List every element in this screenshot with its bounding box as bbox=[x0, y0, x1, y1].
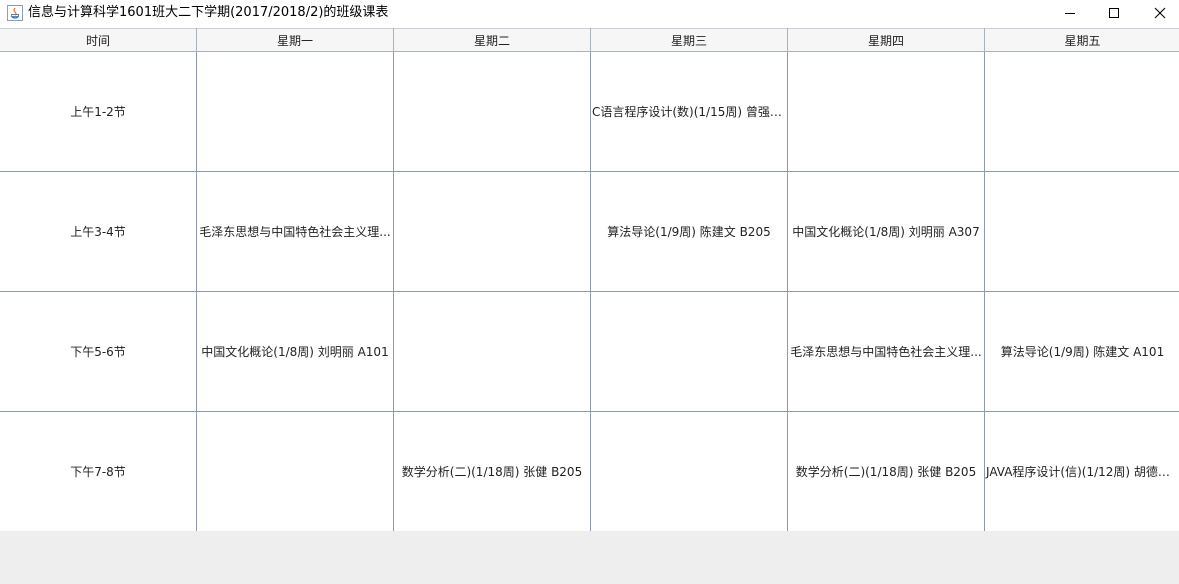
course-cell-monday[interactable]: 毛泽东思想与中国特色社会主义理... bbox=[196, 171, 394, 292]
column-header-thursday[interactable]: 星期四 bbox=[787, 28, 985, 52]
course-cell-wednesday[interactable] bbox=[590, 411, 788, 532]
course-cell-tuesday[interactable] bbox=[393, 291, 591, 412]
column-header-time[interactable]: 时间 bbox=[0, 28, 197, 52]
course-cell-tuesday[interactable] bbox=[393, 171, 591, 292]
time-label: 上午3-4节 bbox=[70, 225, 126, 239]
table-row: 上午3-4节 毛泽东思想与中国特色社会主义理... 算法导论(1/9周) 陈建文… bbox=[0, 171, 1179, 292]
course-text: 毛泽东思想与中国特色社会主义理... bbox=[199, 225, 391, 239]
course-cell-thursday[interactable]: 毛泽东思想与中国特色社会主义理... bbox=[787, 291, 985, 412]
course-cell-friday[interactable]: 算法导论(1/9周) 陈建文 A101 bbox=[984, 291, 1179, 412]
course-text: 数学分析(二)(1/18周) 张健 B205 bbox=[795, 465, 977, 479]
course-text: JAVA程序设计(信)(1/12周) 胡德发 ... bbox=[986, 465, 1179, 479]
table-row: 上午1-2节 C语言程序设计(数)(1/15周) 曾强聪... bbox=[0, 51, 1179, 172]
course-cell-thursday[interactable]: 中国文化概论(1/8周) 刘明丽 A307 bbox=[787, 171, 985, 292]
course-text: 中国文化概论(1/8周) 刘明丽 A101 bbox=[201, 345, 389, 359]
maximize-button[interactable] bbox=[1091, 0, 1137, 26]
course-text: 数学分析(二)(1/18周) 张健 B205 bbox=[401, 465, 583, 479]
time-cell[interactable]: 上午1-2节 bbox=[0, 51, 197, 172]
time-label: 下午7-8节 bbox=[70, 465, 126, 479]
course-text: 算法导论(1/9周) 陈建文 B205 bbox=[607, 225, 771, 239]
close-icon bbox=[1154, 7, 1166, 19]
course-text: 中国文化概论(1/8周) 刘明丽 A307 bbox=[792, 225, 980, 239]
column-header-friday[interactable]: 星期五 bbox=[984, 28, 1179, 52]
time-label: 上午1-2节 bbox=[70, 105, 126, 119]
course-cell-tuesday[interactable]: 数学分析(二)(1/18周) 张健 B205 bbox=[393, 411, 591, 532]
minimize-button[interactable] bbox=[1047, 0, 1093, 26]
course-cell-monday[interactable] bbox=[196, 411, 394, 532]
course-text: 算法导论(1/9周) 陈建文 A101 bbox=[1000, 345, 1165, 359]
table-header-row: 时间 星期一 星期二 星期三 星期四 星期五 bbox=[0, 28, 1179, 52]
schedule-table-area[interactable]: 时间 星期一 星期二 星期三 星期四 星期五 上午1-2节 C语言程序设计(数)… bbox=[0, 28, 1179, 532]
course-cell-friday[interactable]: JAVA程序设计(信)(1/12周) 胡德发 ... bbox=[984, 411, 1179, 532]
schedule-window: 信息与计算科学1601班大二下学期(2017/2018/2)的班级课表 时间 星… bbox=[0, 0, 1179, 584]
course-cell-wednesday[interactable] bbox=[590, 291, 788, 412]
table-row: 下午5-6节 中国文化概论(1/8周) 刘明丽 A101 毛泽东思想与中国特色社… bbox=[0, 291, 1179, 412]
close-button[interactable] bbox=[1137, 0, 1179, 26]
course-cell-tuesday[interactable] bbox=[393, 51, 591, 172]
maximize-icon bbox=[1109, 8, 1119, 18]
time-cell[interactable]: 下午7-8节 bbox=[0, 411, 197, 532]
course-cell-wednesday[interactable]: 算法导论(1/9周) 陈建文 B205 bbox=[590, 171, 788, 292]
time-label: 下午5-6节 bbox=[70, 345, 126, 359]
column-header-wednesday[interactable]: 星期三 bbox=[590, 28, 788, 52]
course-cell-friday[interactable] bbox=[984, 171, 1179, 292]
empty-bottom-panel bbox=[0, 531, 1179, 584]
column-header-monday[interactable]: 星期一 bbox=[196, 28, 394, 52]
window-title: 信息与计算科学1601班大二下学期(2017/2018/2)的班级课表 bbox=[28, 5, 389, 20]
course-cell-friday[interactable] bbox=[984, 51, 1179, 172]
course-cell-thursday[interactable] bbox=[787, 51, 985, 172]
course-text: 毛泽东思想与中国特色社会主义理... bbox=[790, 345, 982, 359]
table-row: 下午7-8节 数学分析(二)(1/18周) 张健 B205 数学分析(二)(1/… bbox=[0, 411, 1179, 532]
minimize-icon bbox=[1065, 13, 1075, 14]
course-cell-monday[interactable] bbox=[196, 51, 394, 172]
course-text: C语言程序设计(数)(1/15周) 曾强聪... bbox=[592, 105, 787, 119]
column-header-tuesday[interactable]: 星期二 bbox=[393, 28, 591, 52]
title-bar[interactable]: 信息与计算科学1601班大二下学期(2017/2018/2)的班级课表 bbox=[0, 0, 1179, 28]
time-cell[interactable]: 下午5-6节 bbox=[0, 291, 197, 412]
java-app-icon bbox=[7, 5, 23, 21]
course-cell-thursday[interactable]: 数学分析(二)(1/18周) 张健 B205 bbox=[787, 411, 985, 532]
time-cell[interactable]: 上午3-4节 bbox=[0, 171, 197, 292]
course-cell-monday[interactable]: 中国文化概论(1/8周) 刘明丽 A101 bbox=[196, 291, 394, 412]
course-cell-wednesday[interactable]: C语言程序设计(数)(1/15周) 曾强聪... bbox=[590, 51, 788, 172]
schedule-table[interactable]: 时间 星期一 星期二 星期三 星期四 星期五 上午1-2节 C语言程序设计(数)… bbox=[0, 28, 1179, 532]
